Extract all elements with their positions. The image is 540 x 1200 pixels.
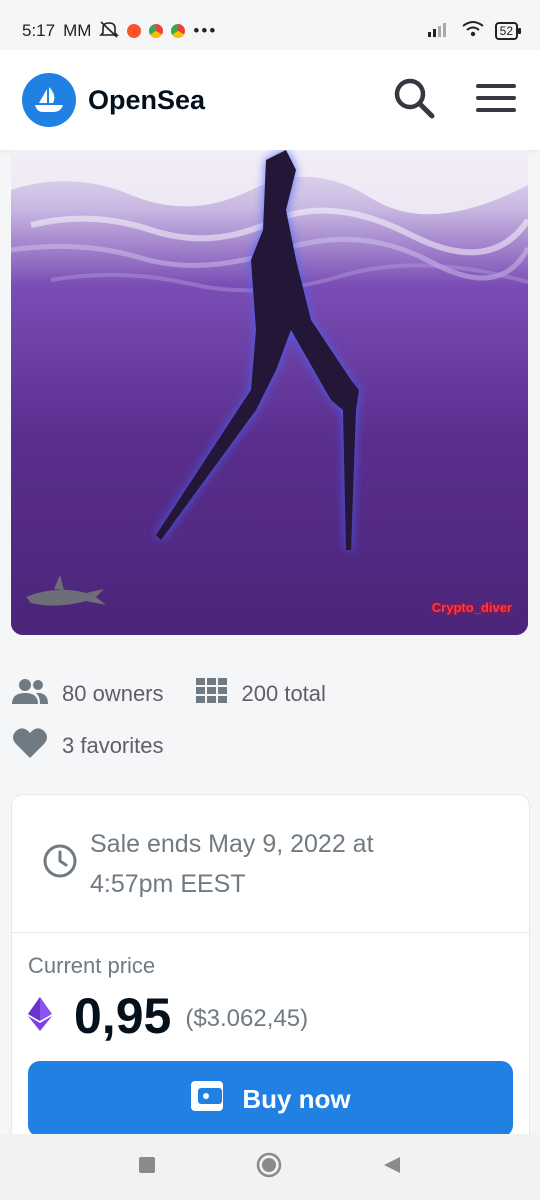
price-section: Current price 0,95 ($3.062,45) Buy now [12, 933, 529, 1137]
signal-icon [427, 21, 451, 42]
mute-icon [99, 20, 120, 43]
sale-deadline: Sale ends May 9, 2022 at 4:57pm EEST [12, 795, 529, 933]
back-icon[interactable] [382, 1155, 402, 1180]
owners-stat[interactable]: 80 owners [12, 678, 164, 710]
people-icon [12, 678, 62, 710]
sale-card: Sale ends May 9, 2022 at 4:57pm EEST Cur… [11, 794, 530, 1156]
more-dots-icon: ••• [193, 21, 218, 40]
grid-icon [195, 678, 242, 710]
battery-icon: 52 [494, 22, 522, 40]
system-nav-bar [0, 1134, 540, 1200]
heart-icon [12, 727, 62, 765]
nft-artwork-image[interactable]: Crypto_diver [11, 150, 528, 635]
sailboat-icon[interactable] [22, 73, 76, 127]
brand-name[interactable]: OpenSea [88, 85, 205, 116]
total-stat: 200 total [195, 678, 326, 710]
chrome-icon-2 [171, 24, 186, 38]
price-label: Current price [28, 953, 156, 978]
chrome-icon [149, 24, 164, 38]
home-icon[interactable] [256, 1152, 282, 1183]
app-header: OpenSea [0, 50, 540, 150]
price-eth: 0,95 [74, 988, 172, 1044]
ethereum-icon [28, 996, 52, 1036]
wallet-icon [190, 1080, 242, 1119]
hamburger-menu-icon[interactable] [474, 80, 518, 121]
wifi-icon [461, 20, 485, 43]
buy-now-label: Buy now [242, 1083, 351, 1114]
brave-icon [127, 24, 142, 38]
status-time: 5:17 [22, 21, 56, 40]
artwork-watermark: Crypto_diver [431, 600, 512, 615]
sale-ends-text: Sale ends May 9, 2022 at 4:57pm EEST [90, 829, 374, 898]
status-carrier: MM [63, 21, 92, 40]
price-usd: ($3.062,45) [185, 1005, 309, 1032]
buy-now-button[interactable]: Buy now [28, 1061, 513, 1137]
favorites-count: 3 favorites [62, 733, 164, 758]
favorites-stat[interactable]: 3 favorites [12, 727, 164, 765]
clock-icon [42, 843, 78, 884]
owners-count: 80 owners [62, 681, 164, 706]
search-icon[interactable] [392, 76, 436, 125]
total-count: 200 total [241, 681, 326, 706]
recents-icon[interactable] [138, 1156, 156, 1179]
item-stats: 80 owners 200 total 3 favorites [12, 672, 528, 768]
